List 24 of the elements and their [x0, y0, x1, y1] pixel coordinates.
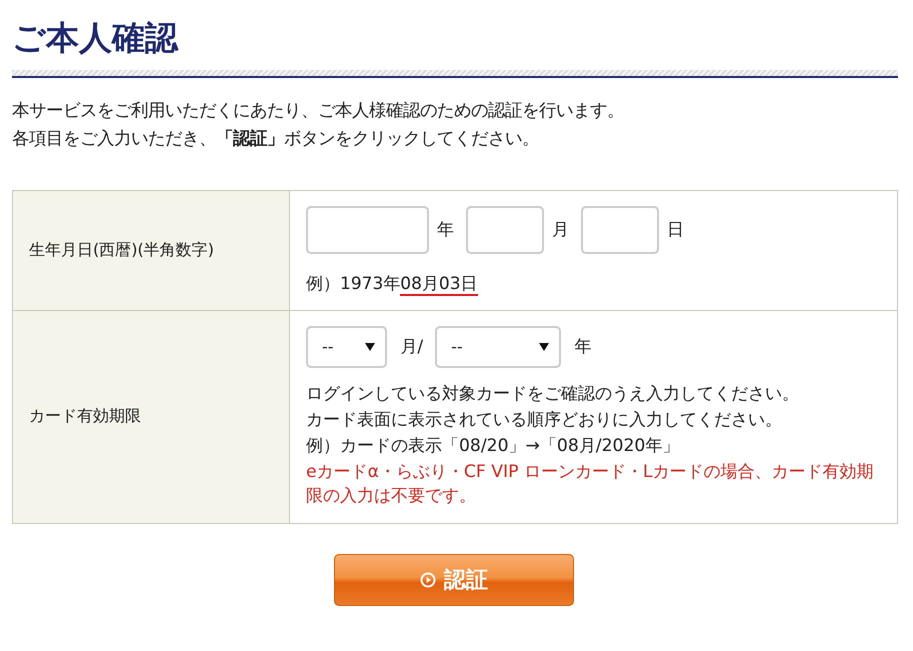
intro-text: 各項目をご入力いただき、「認証」ボタンをクリックしてください。 [12, 128, 540, 150]
caret-icon [365, 342, 375, 351]
field-label: カード有効期限 [12, 310, 290, 524]
unit-label: 年 [437, 219, 454, 242]
underlined-example-text: 08月03日 [400, 274, 478, 296]
instruction-text: カード表面に表示されている順序どおりに入力してください。 [306, 408, 783, 432]
unit-label: 月/ [399, 336, 424, 358]
intro-text: 本サービスをご利用いただくにあたり、ご本人様確認のための認証を行います。 [12, 100, 625, 122]
warning-text: eカードα・らぶり・CF VIP ローンカード・Lカードの場合、カード有効期限の入力は不要です。 [306, 460, 874, 508]
date-input-field[interactable] [581, 206, 659, 254]
date-input-field[interactable] [306, 206, 429, 254]
unit-label: 月 [552, 219, 569, 242]
page-title: ご本人確認 [12, 18, 180, 58]
dropdown[interactable]: -- [306, 326, 387, 368]
date-input-field[interactable] [466, 206, 544, 254]
instruction-text: ログインしている対象カードをご確認のうえ入力してください。 [306, 382, 800, 406]
example-text: 例）1973年 [306, 274, 400, 294]
instruction-text: 例）カードの表示「08/20」→「08月/2020年」 [306, 434, 680, 458]
unit-label: 年 [574, 336, 592, 358]
field-label: 生年月日(西暦)(半角数字) [12, 190, 290, 310]
unit-label: 日 [667, 219, 684, 242]
dropdown[interactable]: -- [435, 326, 562, 368]
play-icon [420, 572, 436, 588]
caret-icon [539, 342, 550, 351]
